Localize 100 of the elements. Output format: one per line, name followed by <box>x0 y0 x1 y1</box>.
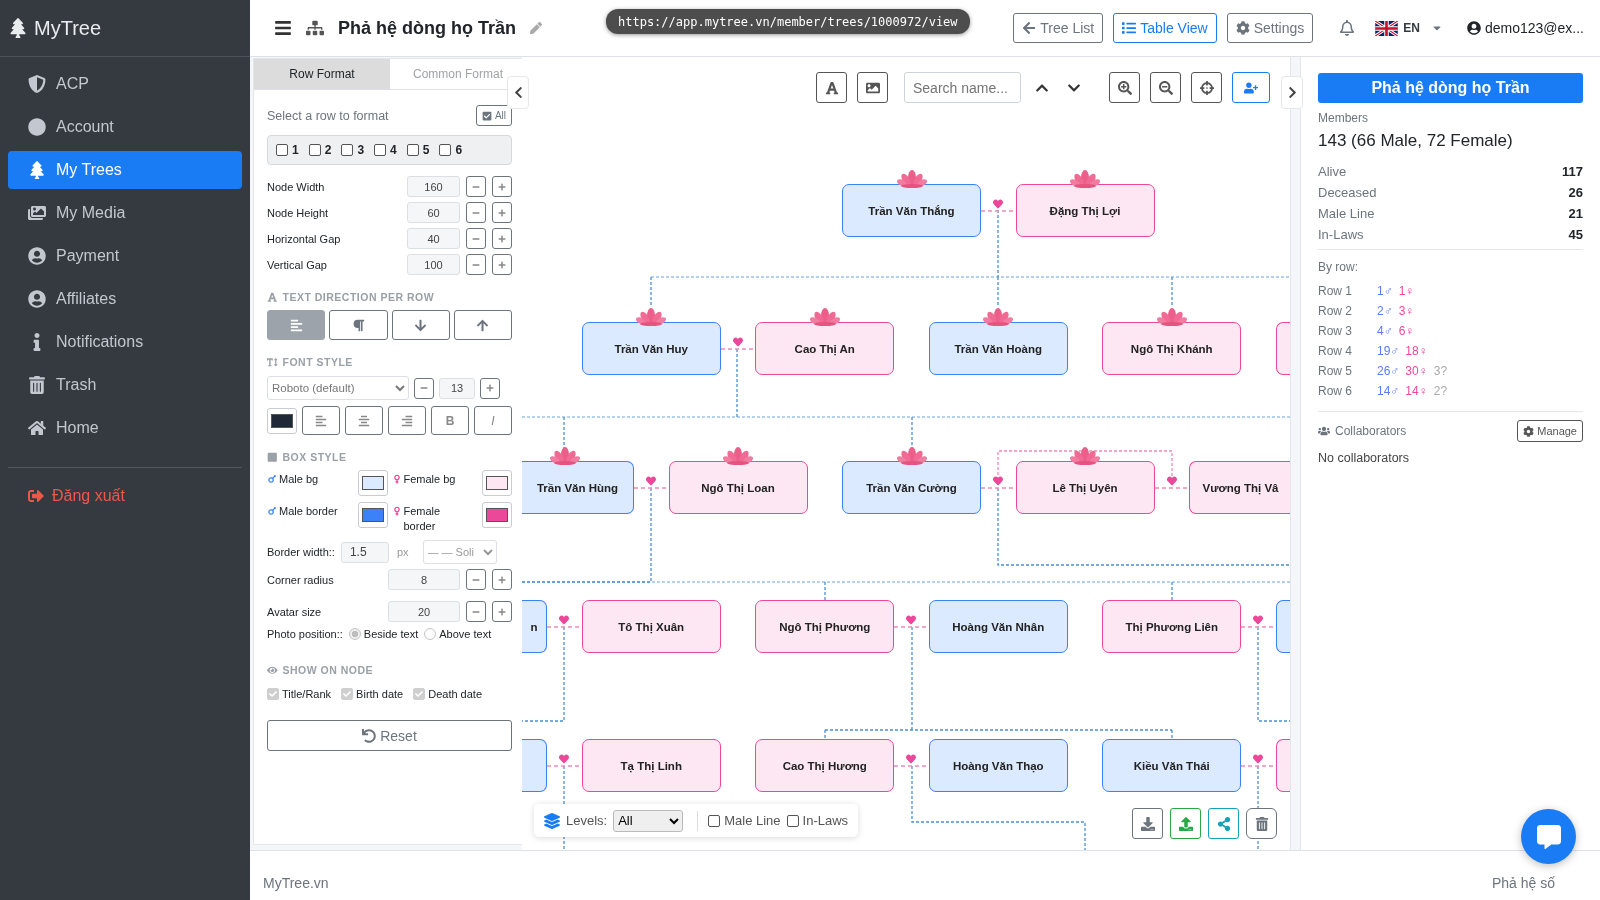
panel-tab[interactable]: Row Format <box>254 59 390 89</box>
text-direction-button[interactable] <box>391 310 450 340</box>
text-direction-button[interactable] <box>267 310 326 340</box>
header-button[interactable]: Table View <box>1113 13 1217 43</box>
person-node[interactable]: Đặng Thị Lợi <box>1015 184 1155 237</box>
person-node[interactable]: Trần Văn Thắng <box>842 184 981 237</box>
number-field[interactable]: 60 <box>407 202 460 223</box>
person-node[interactable] <box>1275 322 1290 375</box>
row-checkbox[interactable]: 1 <box>276 143 299 157</box>
person-node[interactable]: Trần Văn Hoàng <box>928 322 1068 375</box>
person-node[interactable]: Ngô Thị Loan <box>668 461 808 514</box>
nav-item[interactable]: Affiliates <box>8 280 242 318</box>
text-toggle-button[interactable] <box>816 72 847 103</box>
show-checkbox[interactable]: Death date <box>413 688 483 700</box>
color-swatch[interactable] <box>482 470 512 496</box>
text-color-swatch[interactable] <box>267 407 297 434</box>
align-center-button[interactable] <box>345 406 383 435</box>
nav-item[interactable]: ACP <box>8 65 242 103</box>
number-field[interactable]: 100 <box>407 254 460 275</box>
header-button[interactable]: Settings <box>1226 13 1314 43</box>
user-menu[interactable]: demo123@ex... <box>1466 20 1584 36</box>
decrement-button[interactable] <box>466 202 486 223</box>
person-node[interactable]: Tạ Thị Linh <box>581 739 721 792</box>
filter-checkbox[interactable]: Male Line <box>708 813 781 828</box>
number-field[interactable]: 40 <box>407 228 460 249</box>
nav-item[interactable]: Account <box>8 108 242 146</box>
border-width-field[interactable]: 1.5 <box>340 541 389 563</box>
menu-icon[interactable] <box>274 19 292 37</box>
decrement-button[interactable] <box>466 176 486 197</box>
increment-button[interactable] <box>492 176 512 197</box>
add-person-button[interactable] <box>1232 72 1270 103</box>
person-node[interactable]: Cao Thị An <box>755 322 895 375</box>
nav-item[interactable]: Payment <box>8 237 242 275</box>
increment-button[interactable] <box>492 254 512 275</box>
increment-button[interactable] <box>480 377 500 399</box>
number-field[interactable]: 20 <box>388 601 460 622</box>
nav-item[interactable]: Home <box>8 409 242 447</box>
person-node[interactable]: Hoàng Văn Nhân <box>928 600 1068 653</box>
row-checkbox[interactable]: 5 <box>406 143 430 157</box>
color-swatch[interactable] <box>482 502 512 528</box>
italic-button[interactable]: I <box>474 406 512 435</box>
font-size-field[interactable]: 13 <box>439 377 475 399</box>
person-node[interactable]: Hoàng Văn Thạo <box>928 739 1068 792</box>
person-node[interactable] <box>1275 600 1290 653</box>
person-node[interactable]: Ngô Thị Khánh <box>1102 322 1242 375</box>
decrement-button[interactable] <box>414 377 434 399</box>
photo-position-radio[interactable]: Above text <box>424 628 492 640</box>
bell-icon[interactable] <box>1339 20 1356 36</box>
row-checkbox[interactable]: 3 <box>341 143 365 157</box>
number-field[interactable]: 160 <box>407 176 460 197</box>
person-node[interactable]: Thị Phương Liên <box>1102 600 1242 653</box>
text-direction-button[interactable] <box>453 310 512 340</box>
show-checkbox[interactable]: Title/Rank <box>267 688 332 700</box>
levels-select[interactable]: All <box>613 809 684 832</box>
color-swatch[interactable] <box>357 502 388 528</box>
language-selector[interactable]: EN <box>1375 20 1443 36</box>
text-direction-button[interactable] <box>329 310 388 340</box>
show-checkbox[interactable]: Birth date <box>341 688 404 700</box>
nav-item[interactable]: Notifications <box>8 323 242 361</box>
row-checkbox[interactable]: 6 <box>439 143 463 157</box>
person-node[interactable]: n <box>522 600 548 653</box>
person-node[interactable]: Kiều Văn Thái <box>1102 739 1242 792</box>
align-left-button[interactable] <box>302 406 340 435</box>
person-node[interactable] <box>522 739 548 792</box>
search-field[interactable]: Search name... <box>904 72 1021 103</box>
person-node[interactable]: Ngô Thị Phương <box>755 600 895 653</box>
person-node[interactable]: Trần Văn Cường <box>842 461 981 514</box>
header-button[interactable]: Tree List <box>1013 13 1104 43</box>
photo-position-radio[interactable]: Beside text <box>348 628 419 640</box>
increment-button[interactable] <box>492 601 512 622</box>
collapse-right-button[interactable] <box>1281 76 1303 109</box>
delete-button[interactable] <box>1246 808 1277 839</box>
person-node[interactable]: Vương Thị Vâ <box>1189 461 1290 514</box>
upload-button[interactable] <box>1170 808 1201 839</box>
select-all-button[interactable]: All <box>475 105 512 126</box>
decrement-button[interactable] <box>466 601 486 622</box>
row-checkbox[interactable]: 4 <box>374 143 397 157</box>
person-node[interactable]: Trần Văn Hùng <box>522 461 634 514</box>
reset-button[interactable]: Reset <box>267 720 512 751</box>
person-node[interactable] <box>1275 739 1290 792</box>
increment-button[interactable] <box>492 202 512 223</box>
decrement-button[interactable] <box>466 228 486 249</box>
align-right-button[interactable] <box>388 406 426 435</box>
manage-button[interactable]: Manage <box>1517 420 1583 442</box>
number-field[interactable]: 8 <box>388 569 460 590</box>
filter-checkbox[interactable]: In-Laws <box>786 813 849 828</box>
download-button[interactable] <box>1132 808 1163 839</box>
increment-button[interactable] <box>492 228 512 249</box>
zoom-out-button[interactable] <box>1150 72 1181 103</box>
collapse-left-button[interactable] <box>507 76 529 109</box>
bold-button[interactable]: B <box>431 406 469 435</box>
color-swatch[interactable] <box>357 470 388 496</box>
decrement-button[interactable] <box>466 569 486 590</box>
nav-item[interactable]: Trash <box>8 366 242 404</box>
nav-item[interactable]: My Trees <box>8 151 242 189</box>
decrement-button[interactable] <box>466 254 486 275</box>
row-checkbox[interactable]: 2 <box>308 143 332 157</box>
zoom-in-button[interactable] <box>1109 72 1140 103</box>
image-toggle-button[interactable] <box>857 72 888 103</box>
center-button[interactable] <box>1191 72 1222 103</box>
